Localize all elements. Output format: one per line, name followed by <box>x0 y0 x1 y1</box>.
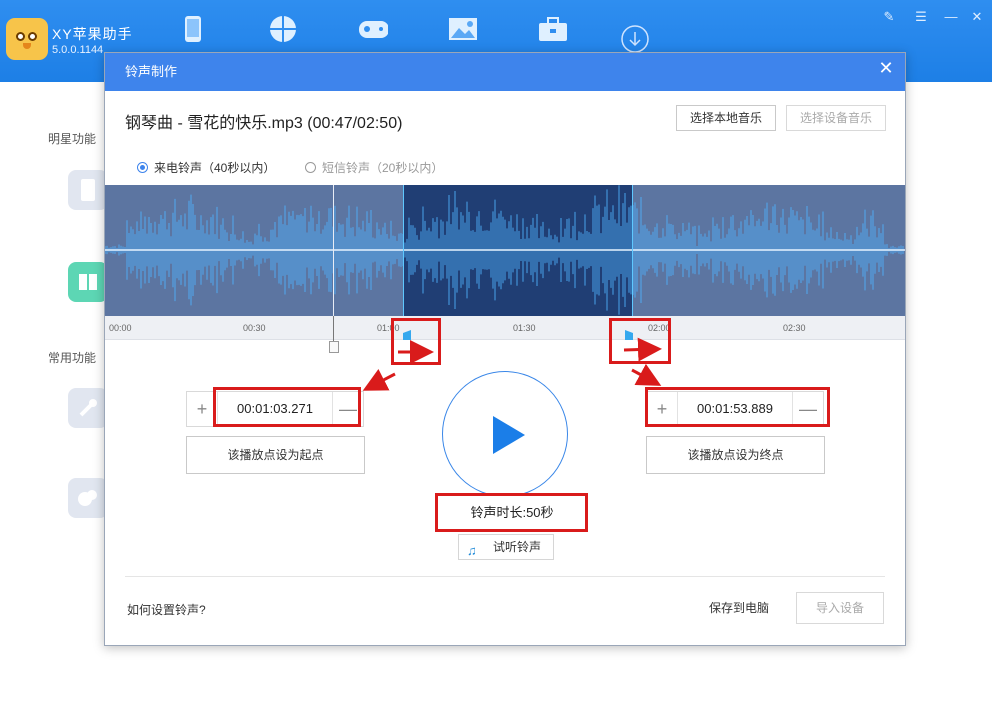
annotation-arrows <box>362 337 662 391</box>
arrow-to-end-time <box>631 363 662 386</box>
arrow-to-start-time <box>362 369 396 391</box>
arrow-end-right <box>623 337 662 362</box>
